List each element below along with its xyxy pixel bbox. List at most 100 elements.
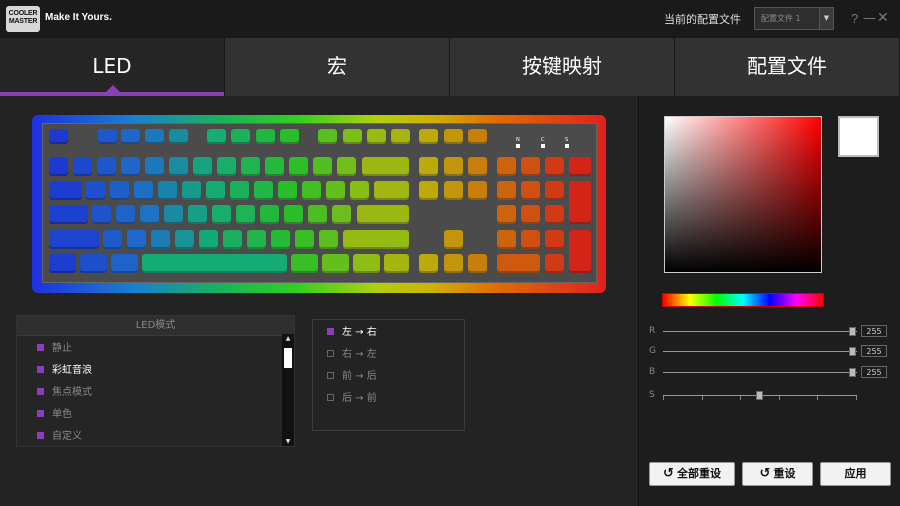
keyboard-key[interactable] (545, 254, 564, 273)
keyboard-key[interactable] (289, 157, 308, 176)
keyboard-key[interactable] (419, 254, 438, 273)
keyboard-key[interactable] (444, 181, 463, 200)
keyboard-key[interactable] (521, 157, 540, 176)
keyboard-key[interactable] (182, 181, 201, 200)
keyboard-key[interactable] (73, 157, 92, 176)
keyboard-key[interactable] (175, 230, 194, 249)
checkbox[interactable] (327, 372, 334, 379)
keyboard-key[interactable] (545, 205, 564, 224)
led-mode-static[interactable]: 静止 (37, 342, 72, 356)
direction-right-to-left[interactable]: 右 → 左 (327, 348, 377, 362)
keyboard-key[interactable] (127, 230, 146, 249)
slider-b-track[interactable] (663, 372, 857, 373)
keyboard-key[interactable] (419, 181, 438, 200)
keyboard-key[interactable] (545, 181, 564, 200)
checkbox[interactable] (327, 394, 334, 401)
led-mode-single-color[interactable]: 单色 (37, 408, 72, 422)
scroll-down-icon[interactable]: ▼ (282, 438, 294, 445)
keyboard-key[interactable] (193, 157, 212, 176)
keyboard-key[interactable] (444, 157, 463, 176)
keyboard-key[interactable] (49, 205, 88, 224)
keyboard-key[interactable] (391, 129, 410, 144)
keyboard-key[interactable] (313, 157, 332, 176)
keyboard-key[interactable] (49, 230, 99, 249)
keyboard-key[interactable] (444, 230, 463, 249)
scroll-thumb[interactable] (284, 348, 292, 368)
keyboard-key[interactable] (468, 181, 487, 200)
slider-s-thumb[interactable] (756, 391, 763, 400)
keyboard-key[interactable] (92, 205, 111, 224)
tab-profiles[interactable]: 配置文件 (675, 38, 900, 96)
keyboard-key[interactable] (230, 181, 249, 200)
keyboard-key[interactable] (521, 181, 540, 200)
keyboard-key[interactable] (497, 230, 516, 249)
keyboard-key[interactable] (188, 205, 207, 224)
keyboard-key[interactable] (142, 254, 287, 273)
direction-front-to-back[interactable]: 前 → 后 (327, 370, 377, 384)
keyboard-key[interactable] (343, 129, 362, 144)
keyboard-key[interactable] (332, 205, 351, 224)
slider-r-value[interactable]: 255 (861, 325, 887, 337)
keyboard-key[interactable] (169, 129, 188, 144)
keyboard-key[interactable] (318, 129, 337, 144)
keyboard-key[interactable] (497, 254, 540, 273)
slider-g-thumb[interactable] (849, 347, 856, 356)
keyboard-key[interactable] (337, 157, 356, 176)
keyboard-key[interactable] (367, 129, 386, 144)
checkbox[interactable] (327, 350, 334, 357)
minimize-icon[interactable]: — (863, 11, 876, 26)
checkbox[interactable] (327, 328, 334, 335)
keyboard-key[interactable] (308, 205, 327, 224)
keyboard-key[interactable] (545, 230, 564, 249)
keyboard-key[interactable] (236, 205, 255, 224)
slider-r-thumb[interactable] (849, 327, 856, 336)
hue-slider[interactable] (662, 293, 824, 307)
keyboard-key[interactable] (116, 205, 135, 224)
keyboard-key[interactable] (521, 205, 540, 224)
close-icon[interactable]: ✕ (877, 10, 889, 26)
keyboard-key[interactable] (374, 181, 409, 200)
keyboard-key[interactable] (419, 129, 438, 144)
keyboard-key[interactable] (362, 157, 409, 176)
keyboard-key[interactable] (265, 157, 284, 176)
keyboard-key[interactable] (212, 205, 231, 224)
slider-r-track[interactable] (663, 331, 857, 332)
keyboard-key[interactable] (280, 129, 299, 144)
chevron-down-icon[interactable]: ▼ (819, 8, 833, 29)
keyboard-key[interactable] (291, 254, 318, 273)
keyboard-key[interactable] (444, 254, 463, 273)
keyboard-key[interactable] (199, 230, 218, 249)
keyboard-key[interactable] (207, 129, 226, 144)
keyboard-key[interactable] (158, 181, 177, 200)
color-saturation-square[interactable] (664, 116, 822, 273)
keyboard-key[interactable] (353, 254, 380, 273)
reset-all-button[interactable]: ↺ 全部重设 (649, 462, 735, 486)
tab-key-mapping[interactable]: 按键映射 (450, 38, 675, 96)
slider-g-value[interactable]: 255 (861, 345, 887, 357)
keyboard-key[interactable] (497, 157, 516, 176)
keyboard-key[interactable] (247, 230, 266, 249)
direction-back-to-front[interactable]: 后 → 前 (327, 392, 377, 406)
keyboard-key[interactable] (111, 254, 138, 273)
apply-button[interactable]: 应用 (820, 462, 891, 486)
keyboard-key[interactable] (343, 230, 409, 249)
keyboard-key[interactable] (295, 230, 314, 249)
keyboard-key[interactable] (49, 129, 68, 144)
direction-left-to-right[interactable]: 左 → 右 (327, 326, 377, 340)
keyboard-key[interactable] (169, 157, 188, 176)
led-mode-scrollbar[interactable]: ▲ ▼ (282, 334, 294, 446)
keyboard-key[interactable] (278, 181, 297, 200)
keyboard-key[interactable] (384, 254, 409, 273)
led-mode-rainbow-wave[interactable]: 彩虹音浪 (37, 364, 92, 378)
keyboard-key[interactable] (468, 254, 487, 273)
keyboard-key[interactable] (326, 181, 345, 200)
keyboard-key[interactable] (80, 254, 107, 273)
keyboard-key[interactable] (49, 254, 76, 273)
keyboard-key[interactable] (145, 129, 164, 144)
keyboard-key[interactable] (241, 157, 260, 176)
keyboard-key[interactable] (140, 205, 159, 224)
keyboard-key[interactable] (256, 129, 275, 144)
tab-macro[interactable]: 宏 (225, 38, 450, 96)
keyboard-key[interactable] (49, 181, 82, 200)
keyboard-key[interactable] (134, 181, 153, 200)
